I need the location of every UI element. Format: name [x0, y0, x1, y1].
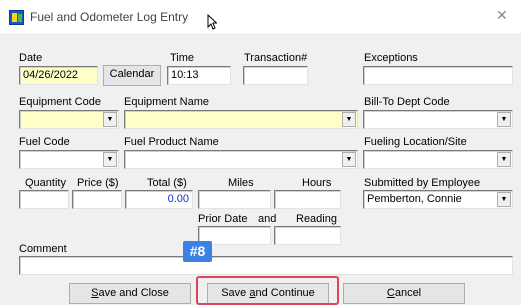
calendar-button[interactable]: Calendar: [103, 65, 161, 86]
comment-field[interactable]: [19, 256, 513, 275]
fuel-code-label: Fuel Code: [19, 136, 70, 148]
fueling-location-dropdown[interactable]: ▼: [363, 150, 513, 169]
save-and-close-label: ave and Close: [98, 287, 169, 299]
time-label: Time: [170, 52, 195, 64]
fuel-product-name-label: Fuel Product Name: [124, 136, 219, 148]
hours-label: Hours: [302, 177, 332, 189]
bill-to-dept-dropdown[interactable]: ▼: [363, 110, 513, 129]
transaction-label: Transaction#: [244, 52, 308, 64]
date-field[interactable]: 04/26/2022: [19, 66, 98, 85]
submitted-by-value: Pemberton, Connie: [367, 193, 462, 205]
prior-date-label: Prior Date: [198, 213, 248, 225]
comment-label: Comment: [19, 243, 67, 255]
price-label: Price ($): [77, 177, 119, 189]
cancel-accel: C: [386, 287, 395, 299]
date-label: Date: [19, 52, 43, 64]
chevron-down-icon[interactable]: ▼: [497, 152, 511, 167]
annotation-badge: #8: [183, 241, 212, 262]
equipment-code-dropdown[interactable]: ▼: [19, 110, 119, 129]
mouse-cursor-icon: [207, 14, 217, 30]
fueling-location-label: Fueling Location/Site: [364, 136, 467, 148]
exceptions-field[interactable]: [363, 66, 513, 85]
save-and-close-accel: S: [91, 287, 99, 299]
window-title: Fuel and Odometer Log Entry: [30, 10, 189, 24]
quantity-label: Quantity: [25, 177, 66, 189]
chevron-down-icon[interactable]: ▼: [103, 112, 117, 127]
submitted-by-dropdown[interactable]: Pemberton, Connie ▼: [363, 190, 513, 209]
app-icon: [9, 10, 24, 25]
miles-label: Miles: [228, 177, 254, 189]
quantity-field[interactable]: [19, 190, 69, 209]
hours-field[interactable]: [274, 190, 341, 209]
fuel-product-name-dropdown[interactable]: ▼: [124, 150, 358, 169]
save-and-close-button[interactable]: Save and Close: [69, 283, 191, 304]
bill-to-dept-label: Bill-To Dept Code: [364, 96, 450, 108]
total-field[interactable]: 0.00: [125, 190, 193, 209]
time-field[interactable]: 10:13: [167, 66, 231, 85]
close-icon[interactable]: ✕: [496, 8, 508, 24]
price-field[interactable]: [72, 190, 122, 209]
equipment-code-label: Equipment Code: [19, 96, 101, 108]
reading-field[interactable]: [274, 226, 341, 245]
chevron-down-icon[interactable]: ▼: [103, 152, 117, 167]
equipment-name-label: Equipment Name: [124, 96, 209, 108]
reading-label: Reading: [296, 213, 337, 225]
equipment-name-dropdown[interactable]: ▼: [124, 110, 358, 129]
submitted-by-label: Submitted by Employee: [364, 177, 481, 189]
chevron-down-icon[interactable]: ▼: [342, 112, 356, 127]
chevron-down-icon[interactable]: ▼: [497, 112, 511, 127]
total-label: Total ($): [147, 177, 187, 189]
exceptions-label: Exceptions: [364, 52, 418, 64]
cancel-button[interactable]: Cancel: [343, 283, 465, 304]
and-label: and: [258, 213, 277, 225]
chevron-down-icon[interactable]: ▼: [342, 152, 356, 167]
chevron-down-icon[interactable]: ▼: [497, 192, 511, 207]
fuel-code-dropdown[interactable]: ▼: [19, 150, 119, 169]
highlight-box: [196, 276, 339, 305]
title-bar: Fuel and Odometer Log Entry ✕: [0, 0, 521, 35]
miles-field[interactable]: [198, 190, 271, 209]
cancel-label: ancel: [394, 287, 422, 299]
transaction-field[interactable]: [243, 66, 308, 85]
